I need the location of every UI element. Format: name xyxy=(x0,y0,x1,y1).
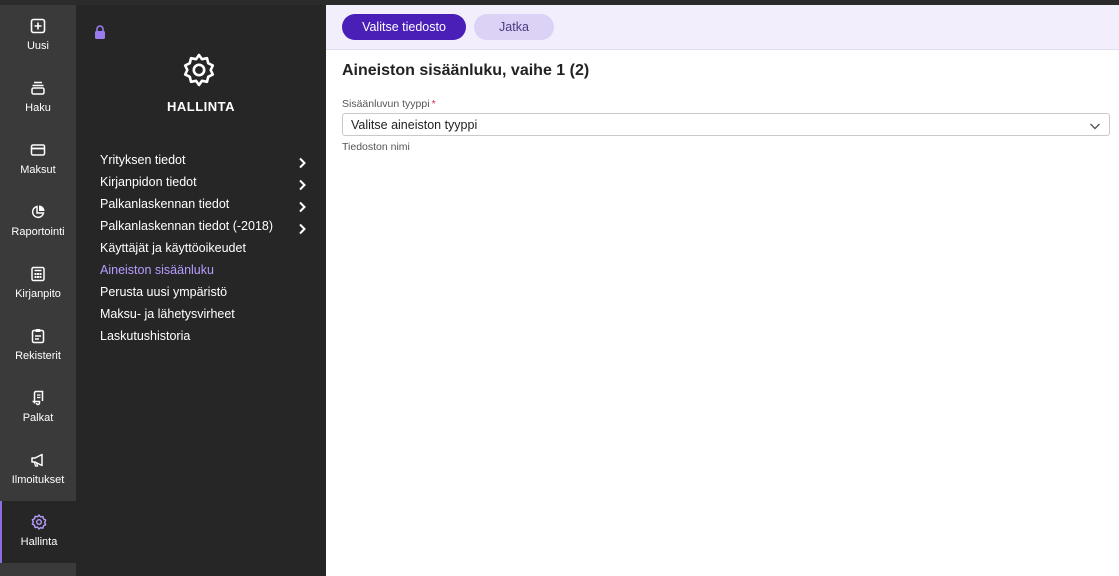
menu-item-laskutushistoria[interactable]: Laskutushistoria xyxy=(100,325,296,347)
menu-item-kirjanpidon-tiedot[interactable]: Kirjanpidon tiedot xyxy=(100,171,306,193)
menu-item-label: Palkanlaskennan tiedot xyxy=(100,197,230,211)
main-content: Valitse tiedosto Jatka Aineiston sisäänl… xyxy=(326,5,1119,576)
credit-card-icon xyxy=(29,141,47,159)
scroll-icon xyxy=(29,389,47,407)
menu-item-label: Kirjanpidon tiedot xyxy=(100,175,197,189)
clipboard-icon xyxy=(29,327,47,345)
menu-item-perusta-uusi-ymparisto[interactable]: Perusta uusi ympäristö xyxy=(100,281,296,303)
rail-item-label: Rekisterit xyxy=(15,350,61,362)
menu-item-label: Käyttäjät ja käyttöoikeudet xyxy=(100,241,246,255)
menu-item-label: Aineiston sisäänluku xyxy=(100,263,214,277)
icon-rail: Uusi Haku Maksut Raportointi Kirjanpito … xyxy=(0,5,76,576)
rail-item-label: Kirjanpito xyxy=(15,288,61,300)
lock-icon[interactable] xyxy=(94,25,106,39)
gear-icon xyxy=(181,52,217,88)
import-type-label-text: Sisäänluvun tyyppi xyxy=(342,98,430,110)
action-toolbar: Valitse tiedosto Jatka xyxy=(326,5,1119,50)
rail-item-raportointi[interactable]: Raportointi xyxy=(0,191,76,253)
menu-item-label: Maksu- ja lähetysvirheet xyxy=(100,307,235,321)
sidebar-title: HALLINTA xyxy=(166,99,236,114)
import-type-select-value: Valitse aineiston tyyppi xyxy=(351,118,478,132)
file-name-label: Tiedoston nimi xyxy=(342,141,410,153)
rail-item-ilmoitukset[interactable]: Ilmoitukset xyxy=(0,439,76,501)
rail-item-hallinta[interactable]: Hallinta xyxy=(0,501,76,563)
chevron-right-icon xyxy=(296,198,308,213)
rail-item-label: Palkat xyxy=(22,412,54,424)
menu-item-label: Palkanlaskennan tiedot (-2018) xyxy=(100,219,274,233)
rail-item-maksut[interactable]: Maksut xyxy=(0,129,76,191)
continue-button[interactable]: Jatka xyxy=(474,14,554,40)
menu-item-palkanlaskennan-tiedot-2018[interactable]: Palkanlaskennan tiedot (-2018) xyxy=(100,215,306,237)
menu-item-label: Laskutushistoria xyxy=(100,329,191,343)
chevron-right-icon xyxy=(296,220,308,235)
gear-icon xyxy=(30,513,48,531)
stack-icon xyxy=(29,79,47,97)
calculator-icon xyxy=(29,265,47,283)
page-title: Aineiston sisäänluku, vaihe 1 (2) xyxy=(342,62,590,79)
rail-item-label: Raportointi xyxy=(11,226,65,238)
choose-file-button[interactable]: Valitse tiedosto xyxy=(342,14,466,40)
rail-item-haku[interactable]: Haku xyxy=(0,67,76,129)
rail-item-label: Maksut xyxy=(20,164,56,176)
rail-item-label: Haku xyxy=(25,102,51,114)
menu-item-kayttajat[interactable]: Käyttäjät ja käyttöoikeudet xyxy=(100,237,296,259)
rail-item-palkat[interactable]: Palkat xyxy=(0,377,76,439)
rail-item-label: Uusi xyxy=(26,40,49,52)
menu-item-maksu-ja-lahetysvirheet[interactable]: Maksu- ja lähetysvirheet xyxy=(100,303,296,325)
rail-item-label: Ilmoitukset xyxy=(11,474,65,486)
menu-item-yrityksen-tiedot[interactable]: Yrityksen tiedot xyxy=(100,149,306,171)
chevron-right-icon xyxy=(296,176,308,191)
required-marker: * xyxy=(431,98,436,110)
chevron-down-icon xyxy=(1089,119,1101,131)
pie-chart-icon xyxy=(29,203,47,221)
admin-sidebar: HALLINTA Yrityksen tiedot Kirjanpidon ti… xyxy=(76,5,326,576)
plus-square-icon xyxy=(29,17,47,35)
import-type-label: Sisäänluvun tyyppi * xyxy=(342,98,436,110)
megaphone-icon xyxy=(29,451,47,469)
chevron-right-icon xyxy=(296,154,308,169)
import-type-select[interactable]: Valitse aineiston tyyppi xyxy=(342,113,1110,136)
menu-item-label: Perusta uusi ympäristö xyxy=(100,285,228,299)
rail-item-rekisterit[interactable]: Rekisterit xyxy=(0,315,76,377)
admin-menu: Yrityksen tiedot Kirjanpidon tiedot Palk… xyxy=(100,149,306,347)
rail-item-uusi[interactable]: Uusi xyxy=(0,5,76,67)
menu-item-aineiston-sisaanluku[interactable]: Aineiston sisäänluku xyxy=(100,259,296,281)
rail-item-label: Hallinta xyxy=(20,536,58,548)
menu-item-palkanlaskennan-tiedot[interactable]: Palkanlaskennan tiedot xyxy=(100,193,306,215)
rail-item-kirjanpito[interactable]: Kirjanpito xyxy=(0,253,76,315)
menu-item-label: Yrityksen tiedot xyxy=(100,153,186,167)
